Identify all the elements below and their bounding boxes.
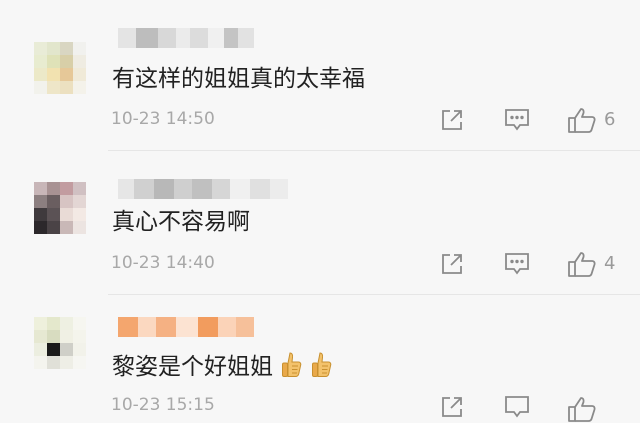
like-count: 4 bbox=[604, 253, 616, 274]
like-count: 6 bbox=[604, 109, 616, 130]
comment-item-3: 黎姿是个好姐姐 10-23 15:15 bbox=[0, 295, 640, 422]
comment-icon[interactable] bbox=[504, 395, 530, 419]
thumbs-up-emoji bbox=[281, 351, 303, 379]
comment-item-2: 真心不容易啊 10-23 14:40 4 bbox=[0, 151, 640, 294]
thumbs-up-icon[interactable] bbox=[567, 106, 597, 134]
comment-timestamp: 10-23 14:40 bbox=[111, 253, 215, 273]
username-blurred[interactable] bbox=[118, 179, 288, 199]
share-icon[interactable] bbox=[440, 395, 464, 419]
comment-icon[interactable] bbox=[504, 108, 530, 132]
username-blurred[interactable] bbox=[118, 317, 254, 337]
comment-timestamp: 10-23 14:50 bbox=[111, 109, 215, 129]
comment-text: 黎姿是个好姐姐 bbox=[112, 347, 333, 381]
thumbs-up-icon[interactable] bbox=[567, 395, 597, 423]
avatar[interactable] bbox=[34, 182, 86, 234]
comment-text-label: 黎姿是个好姐姐 bbox=[112, 354, 273, 380]
avatar[interactable] bbox=[34, 42, 86, 94]
comment-text: 真心不容易啊 bbox=[112, 209, 250, 235]
comment-text: 有这样的姐姐真的太幸福 bbox=[112, 66, 365, 92]
share-icon[interactable] bbox=[440, 252, 464, 276]
thumbs-up-icon[interactable] bbox=[567, 250, 597, 278]
avatar[interactable] bbox=[34, 317, 86, 369]
comment-item-1: 有这样的姐姐真的太幸福 10-23 14:50 6 bbox=[0, 0, 640, 150]
share-icon[interactable] bbox=[440, 108, 464, 132]
comment-timestamp: 10-23 15:15 bbox=[111, 395, 215, 415]
thumbs-up-emoji bbox=[311, 351, 333, 379]
username-blurred[interactable] bbox=[118, 28, 254, 48]
comment-icon[interactable] bbox=[504, 252, 530, 276]
